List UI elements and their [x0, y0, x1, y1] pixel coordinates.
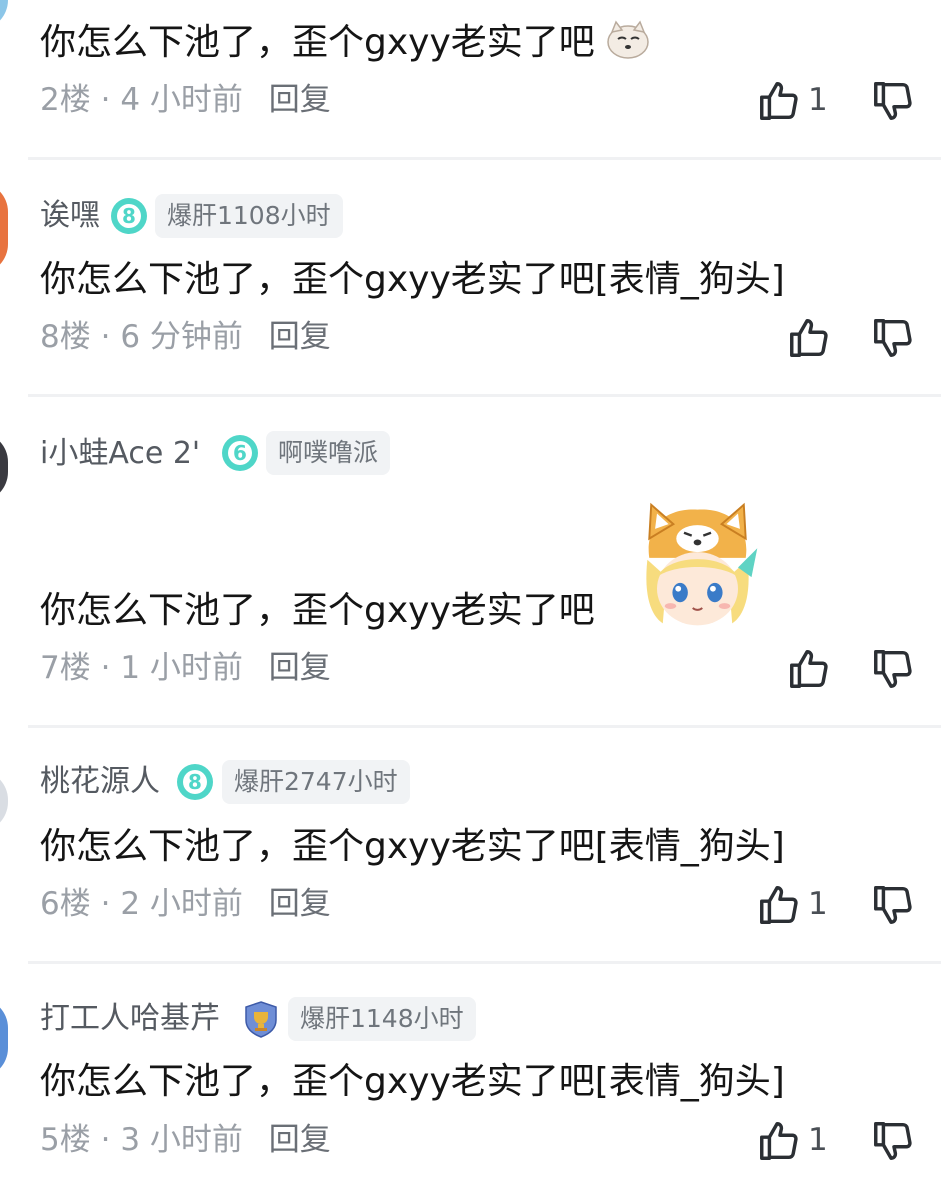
divider [28, 961, 941, 964]
thumbs-down-icon[interactable] [870, 1118, 916, 1164]
thumbs-down-icon[interactable] [870, 646, 916, 692]
reply-button[interactable]: 回复 [269, 650, 331, 686]
status-badge: 爆肝2747小时 [222, 760, 410, 804]
comment-meta: 6楼 · 2 小时前 回复 [40, 886, 331, 922]
thumbs-up-icon[interactable] [756, 882, 802, 928]
divider [28, 157, 941, 160]
reply-button[interactable]: 回复 [269, 82, 331, 118]
timestamp: 3 小时前 [120, 1122, 243, 1158]
svg-text:8: 8 [122, 204, 136, 228]
username[interactable]: i小蛙Ace 2' [40, 434, 200, 474]
username[interactable]: 诶嘿 [40, 196, 100, 236]
timestamp: 2 小时前 [120, 886, 243, 922]
comment-meta: 7楼 · 1 小时前 回复 [40, 650, 331, 686]
reply-button[interactable]: 回复 [269, 886, 331, 922]
comment-content: 你怎么下池了，歪个gxyy老实了吧[表情_狗头] [40, 826, 785, 867]
doge-emoji [607, 20, 649, 59]
reply-button[interactable]: 回复 [269, 319, 331, 355]
avatar[interactable] [0, 770, 8, 832]
trophy-shield-icon [245, 1001, 277, 1038]
thumbs-down-icon[interactable] [870, 315, 916, 361]
divider [28, 725, 941, 728]
level-8-icon: 8 [177, 764, 213, 800]
reply-button[interactable]: 回复 [269, 1122, 331, 1158]
username[interactable]: 桃花源人 [40, 762, 160, 802]
thumbs-up-icon[interactable] [756, 78, 802, 124]
level-6-icon: 6 [222, 435, 258, 471]
timestamp: 4 小时前 [120, 82, 243, 118]
level-8-icon: 8 [111, 198, 147, 234]
username[interactable]: 打工人哈基芹 [40, 999, 220, 1039]
comment-content: 你怎么下池了，歪个gxyy老实了吧 [40, 18, 650, 68]
timestamp: 1 小时前 [120, 650, 243, 686]
thumbs-up-icon[interactable] [786, 315, 832, 361]
svg-text:6: 6 [233, 441, 247, 465]
like-count: 1 [808, 886, 828, 922]
thumbs-down-icon[interactable] [870, 78, 916, 124]
floor-number: 6楼 [40, 886, 91, 922]
comment-meta: 5楼 · 3 小时前 回复 [40, 1122, 331, 1158]
status-badge: 啊噗噜派 [266, 431, 391, 475]
avatar[interactable] [0, 998, 8, 1078]
status-badge: 爆肝1148小时 [288, 997, 476, 1041]
timestamp: 6 分钟前 [120, 319, 243, 355]
floor-number: 8楼 [40, 319, 91, 355]
divider [28, 394, 941, 397]
like-count: 1 [808, 1122, 828, 1158]
floor-number: 7楼 [40, 650, 91, 686]
floor-number: 5楼 [40, 1122, 91, 1158]
thumbs-down-icon[interactable] [870, 882, 916, 928]
like-count: 1 [808, 82, 828, 118]
status-badge: 爆肝1108小时 [155, 194, 343, 238]
avatar[interactable] [0, 0, 8, 30]
comment-meta: 2楼 · 4 小时前 回复 [40, 82, 331, 118]
comment-content: 你怎么下池了，歪个gxyy老实了吧[表情_狗头] [40, 259, 785, 300]
shiba-girl-sticker [646, 502, 758, 626]
floor-number: 2楼 [40, 82, 91, 118]
avatar[interactable] [0, 182, 8, 274]
comment-meta: 8楼 · 6 分钟前 回复 [40, 319, 331, 355]
comment-content: 你怎么下池了，歪个gxyy老实了吧[表情_狗头] [40, 1061, 785, 1102]
thumbs-up-icon[interactable] [756, 1118, 802, 1164]
thumbs-up-icon[interactable] [786, 646, 832, 692]
comment-content: 你怎么下池了，歪个gxyy老实了吧 [40, 590, 595, 631]
avatar[interactable] [0, 432, 8, 502]
svg-text:8: 8 [188, 770, 202, 794]
